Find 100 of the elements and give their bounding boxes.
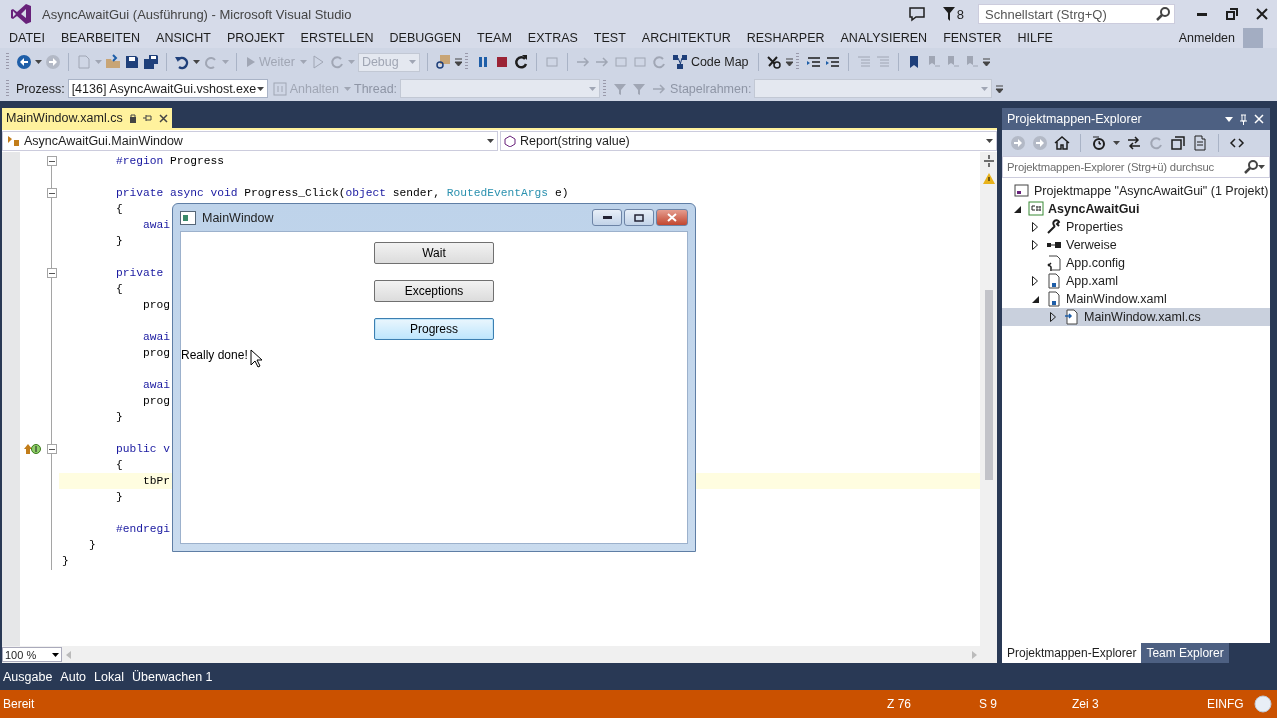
collapse-toggle[interactable] xyxy=(47,188,57,198)
window-button[interactable]: Progress xyxy=(374,318,494,340)
document-tab[interactable]: MainWindow.xaml.cs xyxy=(2,108,172,128)
lock-icon[interactable] xyxy=(128,113,137,123)
menu-item[interactable]: TEST xyxy=(585,31,634,45)
tree-item[interactable]: Verweise xyxy=(1002,236,1270,254)
menu-item[interactable]: DATEI xyxy=(1,31,53,45)
tree-item[interactable]: AsyncAwaitGui xyxy=(1002,200,1270,218)
tool-window-tab[interactable]: Auto xyxy=(57,669,92,684)
collapse-all-icon[interactable] xyxy=(1170,135,1186,151)
suspend-icon xyxy=(272,81,287,96)
horizontal-scrollbar[interactable] xyxy=(66,649,977,660)
properties-file-icon xyxy=(1046,219,1062,235)
menu-item[interactable]: TEAM xyxy=(469,31,520,45)
pin-icon[interactable] xyxy=(142,113,153,123)
search-icon xyxy=(1244,160,1258,174)
window-button[interactable]: Wait xyxy=(374,242,494,264)
tree-item[interactable]: App.config xyxy=(1002,254,1270,272)
code-line: awai xyxy=(142,379,171,391)
tree-item[interactable]: MainWindow.xaml xyxy=(1002,290,1270,308)
process-dropdown[interactable]: [4136] AsyncAwaitGui.vshost.exe xyxy=(67,79,268,98)
minimize-button[interactable] xyxy=(592,209,622,226)
overflow-icon[interactable] xyxy=(995,84,1004,93)
expanded-arrow-icon[interactable] xyxy=(1013,205,1021,213)
member-dropdown[interactable]: Report(string value) xyxy=(500,131,997,151)
caret-icon[interactable] xyxy=(1258,165,1265,169)
type-dropdown[interactable]: AsyncAwaitGui.MainWindow xyxy=(2,131,498,151)
vertical-scrollbar[interactable] xyxy=(980,152,997,646)
zoom-dropdown[interactable]: 100 % xyxy=(2,647,62,662)
show-files-icon[interactable] xyxy=(1192,135,1208,151)
menu-item[interactable]: ANALYSIEREN xyxy=(832,31,936,45)
caret-icon[interactable] xyxy=(986,139,993,143)
close-icon xyxy=(1256,8,1268,20)
overflow-icon[interactable] xyxy=(784,58,793,66)
maximize-button[interactable] xyxy=(624,209,654,226)
save-all-icon[interactable] xyxy=(143,54,159,70)
panel-tab[interactable]: Team Explorer xyxy=(1141,643,1229,663)
expanded-arrow-icon[interactable] xyxy=(1031,295,1039,303)
list-icon[interactable] xyxy=(824,54,841,70)
scrollbar-thumb[interactable] xyxy=(984,290,993,480)
tree-item[interactable]: Properties xyxy=(1002,218,1270,236)
process-label: Prozess: xyxy=(16,81,65,96)
caret-icon[interactable] xyxy=(193,60,200,64)
close-icon[interactable] xyxy=(158,113,168,123)
find-icon[interactable] xyxy=(434,54,451,70)
menu-item[interactable]: DEBUGGEN xyxy=(381,31,470,45)
solution-file-icon xyxy=(1014,183,1030,199)
restart-icon[interactable] xyxy=(512,54,529,70)
quick-launch-field[interactable]: Schnellstart (Strg+Q) xyxy=(978,4,1175,24)
caret-icon[interactable] xyxy=(487,139,494,143)
code-map-button[interactable]: Code Map xyxy=(669,53,751,71)
collapsed-arrow-icon[interactable] xyxy=(1032,222,1038,232)
tree-item[interactable]: App.xaml xyxy=(1002,272,1270,290)
code-line: } xyxy=(115,491,123,503)
overflow-icon[interactable] xyxy=(981,58,990,66)
indent-icon[interactable] xyxy=(805,54,822,70)
xaml-file-icon xyxy=(1046,273,1062,289)
menu-item[interactable]: ANSICHT xyxy=(148,31,219,45)
back-icon[interactable] xyxy=(16,54,32,70)
tree-item[interactable]: MainWindow.xaml.cs xyxy=(1002,308,1270,326)
open-folder-icon[interactable] xyxy=(105,54,121,70)
menu-item[interactable]: HILFE xyxy=(1009,31,1061,45)
menu-item[interactable]: BEARBEITEN xyxy=(52,31,149,45)
save-icon[interactable] xyxy=(124,54,140,70)
menu-item[interactable]: FENSTER xyxy=(935,31,1010,45)
menu-item[interactable]: PROJEKT xyxy=(218,31,293,45)
column-number: S 9 xyxy=(979,697,998,711)
status-text: Really done! xyxy=(181,348,248,362)
sync-icon[interactable] xyxy=(1126,135,1142,151)
dropdown-icon[interactable] xyxy=(1225,116,1233,122)
caret-icon[interactable] xyxy=(1113,141,1120,145)
clock-icon[interactable] xyxy=(1091,135,1107,151)
overflow-icon[interactable] xyxy=(453,58,462,66)
caret-icon[interactable] xyxy=(52,652,59,657)
diagram-icon xyxy=(671,54,688,70)
sign-in-link[interactable]: Anmelden xyxy=(1178,31,1235,45)
tree-item[interactable]: Projektmappe "AsyncAwaitGui" (1 Projekt) xyxy=(1002,182,1270,200)
search-field[interactable]: Projektmappen-Explorer (Strg+ü) durchsuc xyxy=(1002,156,1270,178)
window-button[interactable]: Exceptions xyxy=(374,280,494,302)
panel-tab[interactable]: Projektmappen-Explorer xyxy=(1002,643,1142,663)
stack-frame-label: Stapelrahmen: xyxy=(670,81,752,96)
tool-window-tab[interactable]: Ausgabe xyxy=(0,669,58,684)
collapse-toggle[interactable] xyxy=(47,444,57,454)
collapsed-arrow-icon[interactable] xyxy=(1032,240,1038,250)
tool-window-tab[interactable]: Überwachen 1 xyxy=(128,669,218,684)
collapse-toggle[interactable] xyxy=(47,156,57,166)
menu-item[interactable]: RESHARPER xyxy=(738,31,833,45)
speech-bubble-icon[interactable] xyxy=(908,6,925,22)
menu-item[interactable]: EXTRAS xyxy=(519,31,586,45)
caret-icon[interactable] xyxy=(35,60,42,64)
collapsed-arrow-icon[interactable] xyxy=(1050,312,1056,322)
menu-item[interactable]: ARCHITEKTUR xyxy=(633,31,739,45)
collapsed-arrow-icon[interactable] xyxy=(1032,276,1038,286)
collapse-toggle[interactable] xyxy=(47,268,57,278)
menu-item[interactable]: ERSTELLEN xyxy=(292,31,382,45)
undo-icon[interactable] xyxy=(174,54,190,70)
home-icon[interactable] xyxy=(1054,135,1070,151)
caret-icon[interactable] xyxy=(256,86,264,91)
tool-window-tab[interactable]: Lokal xyxy=(91,669,129,684)
code-line: { xyxy=(115,203,123,215)
